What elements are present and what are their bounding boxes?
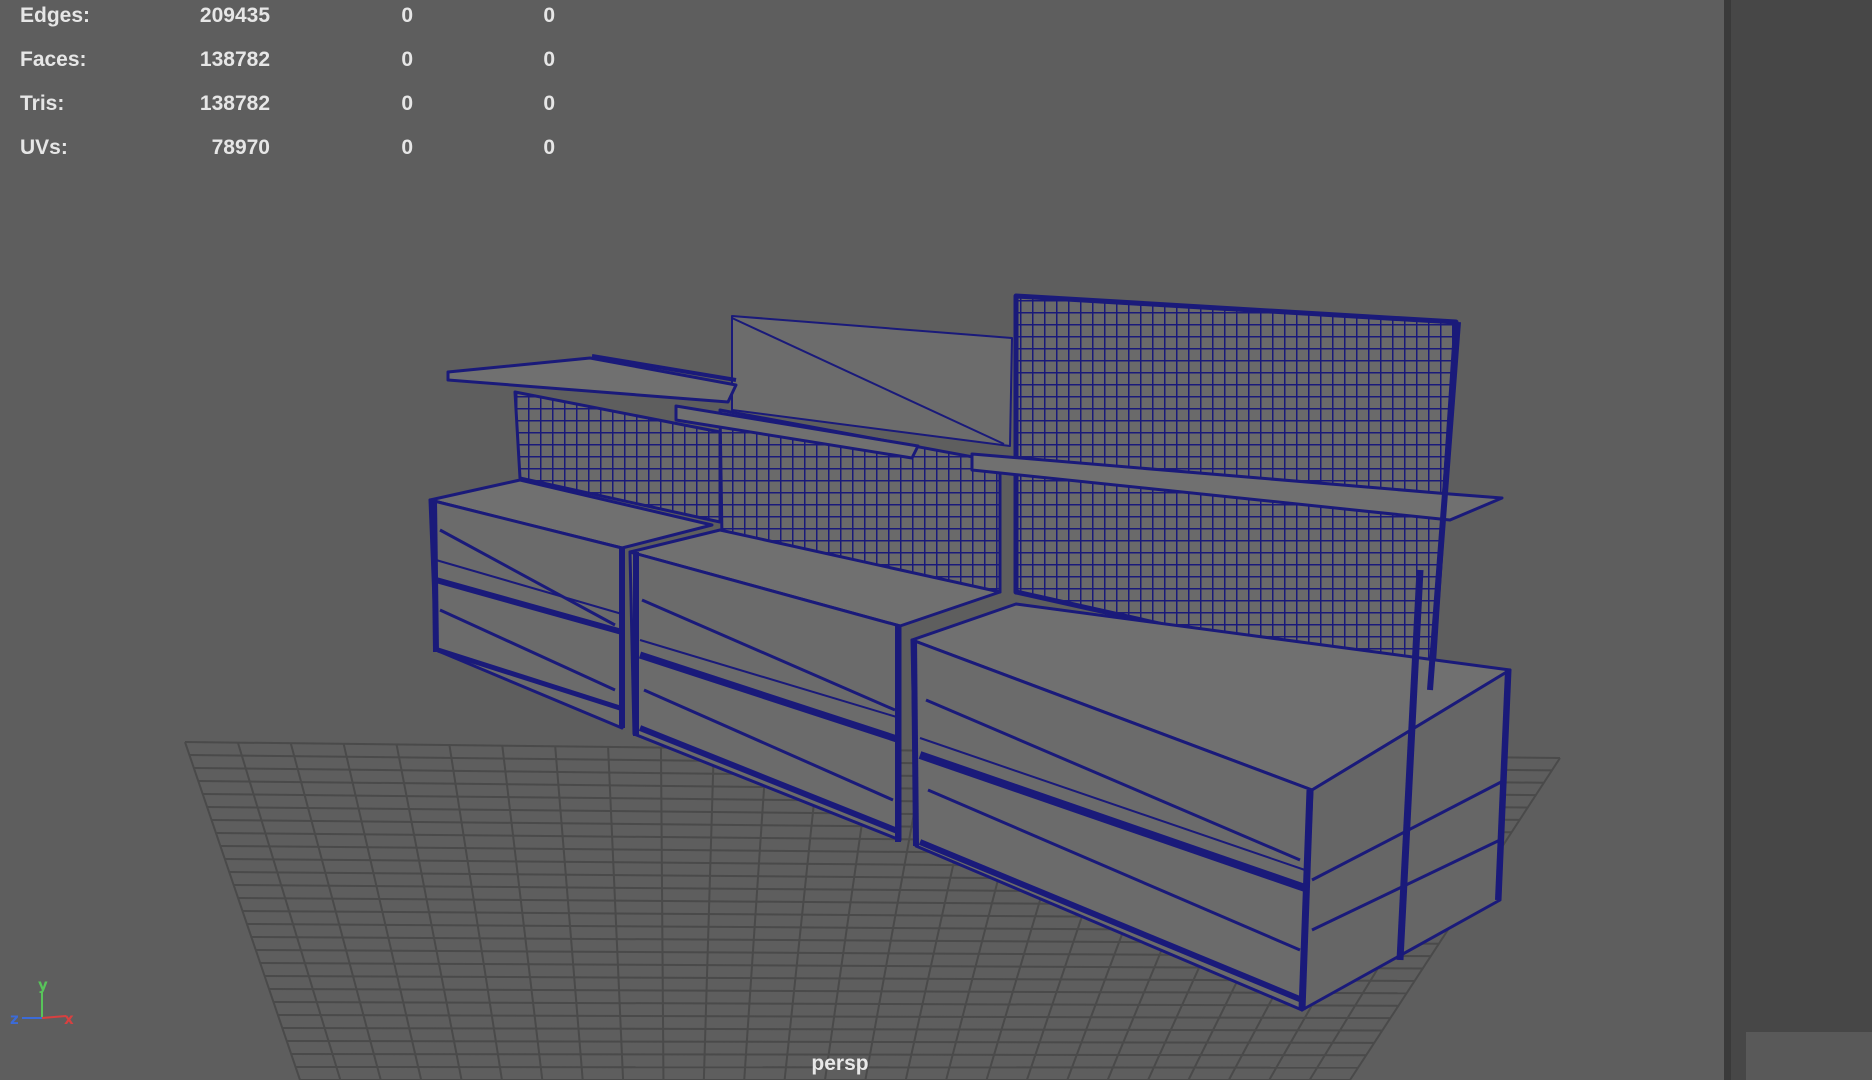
- perspective-viewport[interactable]: Edges: 209435 0 0 Faces: 138782 0 0 Tris…: [0, 0, 1724, 1080]
- grid-line: [286, 1040, 1375, 1044]
- axis-x-label: x: [64, 1010, 74, 1028]
- camera-label: persp: [811, 1052, 869, 1075]
- panel-lower-block: [1746, 1032, 1872, 1080]
- axis-y-label: y: [38, 980, 48, 994]
- axis-gizmo: y z x: [10, 980, 74, 1028]
- grid-line: [282, 1027, 1383, 1032]
- right-side-panel: [1724, 0, 1872, 1080]
- panel-divider[interactable]: [1724, 0, 1731, 1080]
- scene-render[interactable]: [0, 0, 1724, 1080]
- top-shelf-left: [446, 356, 738, 404]
- axis-z-label: z: [10, 1010, 19, 1028]
